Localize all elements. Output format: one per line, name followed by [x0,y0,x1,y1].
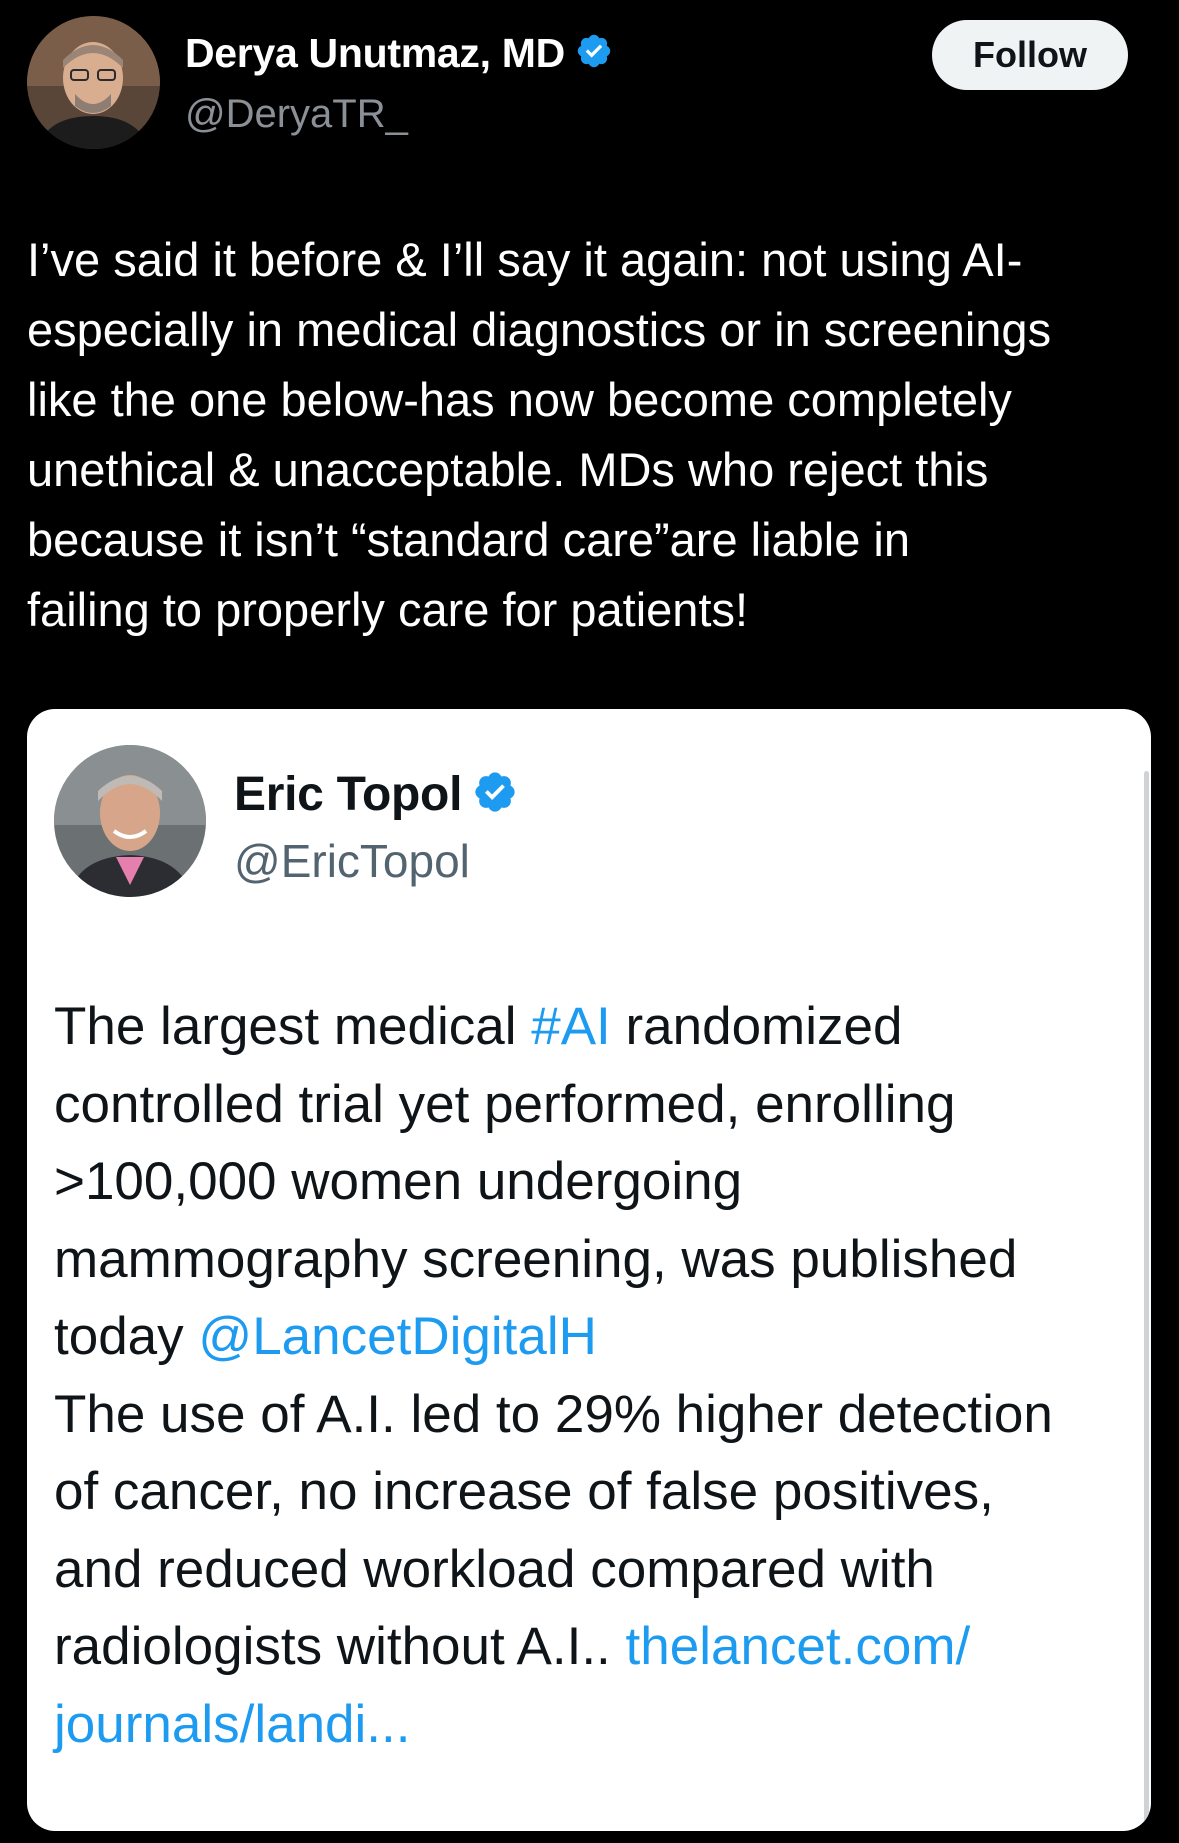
outer-text-line: I’ve said it before & I’ll say it again:… [27,233,1023,286]
quoted-post-text: The largest medical #AI randomized contr… [54,988,1144,1763]
outer-text-line: unethical & unacceptable. MDs who reject… [27,443,989,496]
quoted-text-line: today @LancetDigitalH [54,1298,1144,1376]
follow-button[interactable]: Follow [932,20,1128,90]
quoted-text-line: journals/landi... [54,1686,1144,1764]
text-segment: radiologists without A.I.. [54,1617,626,1676]
quoted-text-line: radiologists without A.I.. thelancet.com… [54,1608,1144,1686]
outer-author-name[interactable]: Derya Unutmaz, MD [185,30,565,77]
outer-text-line: because it isn’t “standard care”are liab… [27,513,911,566]
verified-badge-icon [472,769,518,820]
quoted-post-card[interactable]: Eric Topol @EricTopol The largest medica… [27,709,1151,1831]
quoted-text-line: mammography screening, was published [54,1229,1018,1289]
quoted-author-handle[interactable]: @EricTopol [234,834,470,888]
card-scrollbar[interactable] [1144,771,1149,1831]
outer-text-line: like the one below-has now become comple… [27,373,1012,426]
outer-text-line: failing to properly care for patients! [27,583,749,636]
text-segment: randomized [610,997,903,1056]
derya-avatar[interactable] [27,16,160,149]
text-segment: The largest medical [54,997,532,1056]
verified-badge-icon [575,32,613,75]
quoted-text-line: The largest medical #AI randomized [54,988,1144,1066]
mention-link[interactable]: @LancetDigitalH [198,1307,596,1366]
quoted-text-line: The use of A.I. led to 29% higher detect… [54,1384,1053,1444]
text-segment: today [54,1307,199,1366]
article-link[interactable]: thelancet.com/ [626,1617,971,1676]
outer-author-handle[interactable]: @DeryaTR_ [185,92,408,137]
eric-avatar[interactable] [54,745,206,897]
article-link[interactable]: journals/landi... [54,1695,410,1754]
outer-post-text: I’ve said it before & I’ll say it again:… [27,225,1157,645]
outer-text-line: especially in medical diagnostics or in … [27,303,1052,356]
quoted-text-line: of cancer, no increase of false positive… [54,1462,994,1521]
hashtag-link[interactable]: #AI [531,997,611,1056]
outer-author-row: Derya Unutmaz, MD [185,30,613,77]
quoted-author-row: Eric Topol [234,767,518,822]
quoted-text-line: >100,000 women undergoing [54,1152,743,1211]
quoted-text-line: and reduced workload compared with [54,1539,935,1599]
quoted-author-name[interactable]: Eric Topol [234,767,462,822]
quoted-text-line: controlled trial yet performed, enrollin… [54,1074,956,1134]
